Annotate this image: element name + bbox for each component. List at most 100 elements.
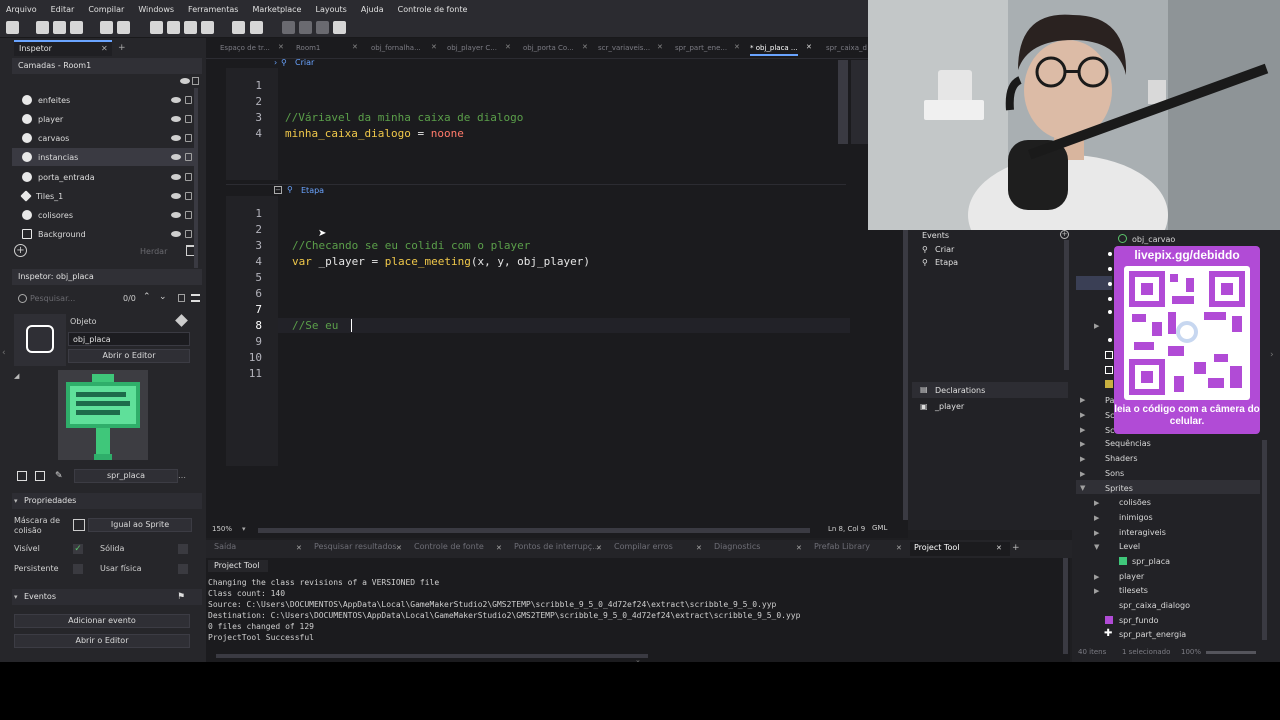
lock-icon[interactable] <box>185 115 192 123</box>
play-icon[interactable] <box>167 21 180 34</box>
code-comment-line[interactable]: //Váriavel da minha caixa de dialogo <box>285 111 523 124</box>
close-icon[interactable]: ✕ <box>496 544 502 552</box>
sprite-view-icon[interactable] <box>17 471 27 481</box>
zoom-dropdown-icon[interactable]: ▾ <box>242 525 246 533</box>
tab-project-tool[interactable]: Project Tool <box>910 542 1010 556</box>
close-icon[interactable]: ✕ <box>996 544 1002 552</box>
eye-icon[interactable] <box>171 231 181 237</box>
physics-checkbox[interactable] <box>178 564 188 574</box>
flag-icon[interactable]: ⚑ <box>177 592 185 602</box>
collapse-right-icon[interactable]: › <box>1270 350 1274 360</box>
asset-folder-shaders[interactable]: Shaders <box>1105 454 1138 463</box>
asset-spr-caixa-dialogo[interactable]: spr_caixa_dialogo <box>1119 601 1190 610</box>
collapse-box-icon[interactable]: − <box>274 186 282 194</box>
tab-spr-part-ene[interactable]: spr_part_ene... <box>675 42 727 56</box>
asset-folder-sprites[interactable]: Sprites <box>1105 484 1133 493</box>
close-icon[interactable]: ✕ <box>796 544 802 552</box>
assets-scrollbar[interactable] <box>1262 440 1267 640</box>
new-file-icon[interactable] <box>36 21 49 34</box>
lock-icon[interactable] <box>185 211 192 219</box>
tab-pesquisar[interactable]: Pesquisar resultados <box>314 542 397 556</box>
menu-marketplace[interactable]: Marketplace <box>252 5 301 14</box>
persistent-checkbox[interactable] <box>73 564 83 574</box>
add-tab-icon[interactable]: + <box>118 43 126 53</box>
eye-icon[interactable] <box>171 135 181 141</box>
zoom-level[interactable]: 150% <box>212 525 232 533</box>
event1-scrollbar[interactable] <box>838 60 848 144</box>
expand-arrow-icon[interactable]: ▶ <box>1094 529 1099 537</box>
lock-icon[interactable] <box>178 294 185 302</box>
tab-scr-variaveis[interactable]: scr_variaveis... <box>598 42 650 56</box>
asset-folder-level[interactable]: Level <box>1119 542 1140 551</box>
collapse-triangle-icon[interactable]: ▾ <box>14 593 18 601</box>
output-horizontal-scrollbar[interactable] <box>216 654 648 658</box>
asset-spr-placa[interactable]: spr_placa <box>1132 557 1170 566</box>
layer-porta-entrada[interactable]: porta_entrada <box>12 168 198 186</box>
lock-icon[interactable] <box>185 192 192 200</box>
expand-arrow-icon[interactable]: ▶ <box>1080 455 1085 463</box>
close-icon[interactable]: ✕ <box>352 43 358 51</box>
collapse-arrow-icon[interactable]: ▼ <box>1094 543 1099 551</box>
stop-icon[interactable] <box>184 21 197 34</box>
zoom-in-icon[interactable] <box>316 21 329 34</box>
more-options-icon[interactable]: … <box>178 471 186 480</box>
tab-workspace[interactable]: Espaço de tr... <box>220 42 270 56</box>
grid-icon[interactable] <box>333 21 346 34</box>
clean-icon[interactable] <box>201 21 214 34</box>
layer-carvaos[interactable]: carvaos <box>12 129 198 147</box>
event-item-criar[interactable]: Criar <box>935 245 954 254</box>
horizontal-scrollbar[interactable] <box>258 528 810 533</box>
lock-icon[interactable] <box>185 96 192 104</box>
menu-arquivo[interactable]: Arquivo <box>6 5 37 14</box>
open-editor-button-2[interactable]: Abrir o Editor <box>14 634 190 648</box>
tab-obj-placa[interactable]: * obj_placa ... <box>750 42 798 56</box>
sprite-selector[interactable]: spr_placa <box>74 469 178 483</box>
menu-compilar[interactable]: Compilar <box>88 5 124 14</box>
zoom-reset-icon[interactable] <box>299 21 312 34</box>
collapse-triangle-icon[interactable]: ▾ <box>14 497 18 505</box>
chevron-down-icon[interactable]: ⌄ <box>159 292 167 302</box>
code-line-4[interactable]: var _player = place_meeting(x, y, obj_pl… <box>292 255 590 268</box>
mask-selector[interactable]: Igual ao Sprite <box>88 518 192 532</box>
tab-obj-fornalha[interactable]: obj_fornalha... <box>371 42 421 56</box>
close-icon[interactable]: ✕ <box>101 44 108 53</box>
code-line-4[interactable]: minha_caixa_dialogo = noone <box>285 127 464 140</box>
add-tab-icon[interactable]: + <box>1012 543 1020 553</box>
add-event-icon[interactable]: + <box>1060 230 1069 239</box>
package-icon[interactable] <box>117 21 130 34</box>
help-icon[interactable] <box>250 21 263 34</box>
eye-icon[interactable] <box>171 154 181 160</box>
pencil-icon[interactable]: ✎ <box>55 471 63 481</box>
visible-checkbox[interactable]: ✓ <box>73 544 83 554</box>
eye-icon[interactable] <box>171 174 181 180</box>
menu-ajuda[interactable]: Ajuda <box>361 5 384 14</box>
solid-checkbox[interactable] <box>178 544 188 554</box>
close-icon[interactable]: ✕ <box>596 544 602 552</box>
asset-folder-partial[interactable]: Pa <box>1105 396 1114 405</box>
tab-obj-player[interactable]: obj_player C... <box>447 42 497 56</box>
close-icon[interactable]: ✕ <box>734 43 740 51</box>
inspector-header[interactable]: Inspetor: obj_placa <box>12 269 202 285</box>
asset-spr-part-energia[interactable]: spr_part_energia <box>1119 630 1186 639</box>
close-icon[interactable]: ✕ <box>696 544 702 552</box>
collapse-left-icon[interactable]: ‹ <box>2 348 6 358</box>
object-name-field[interactable]: obj_placa <box>68 332 190 346</box>
add-event-button[interactable]: Adicionar evento <box>14 614 190 628</box>
tab-spr-caixa[interactable]: spr_caixa_d <box>826 42 867 56</box>
tab-prefab-library[interactable]: Prefab Library <box>814 542 870 556</box>
eye-icon[interactable] <box>180 78 190 84</box>
properties-section-header[interactable]: Propriedades <box>12 493 202 509</box>
menu-controle-de-fonte[interactable]: Controle de fonte <box>398 5 468 14</box>
event-item-etapa[interactable]: Etapa <box>935 258 958 267</box>
asset-obj-carvao[interactable]: obj_carvao <box>1132 235 1175 244</box>
settings-icon[interactable] <box>232 21 245 34</box>
expand-arrow-icon[interactable]: ▶ <box>1080 440 1085 448</box>
expand-arrow-icon[interactable]: ▶ <box>1080 470 1085 478</box>
code-comment-line[interactable]: //Checando se eu colidi com o player <box>292 239 530 252</box>
close-icon[interactable]: ✕ <box>431 43 437 51</box>
home-icon[interactable] <box>6 21 19 34</box>
add-layer-icon[interactable]: + <box>14 244 27 257</box>
edit-mask-icon[interactable] <box>73 519 85 531</box>
close-icon[interactable]: ✕ <box>278 43 284 51</box>
tab-obj-porta[interactable]: obj_porta Co... <box>523 42 574 56</box>
